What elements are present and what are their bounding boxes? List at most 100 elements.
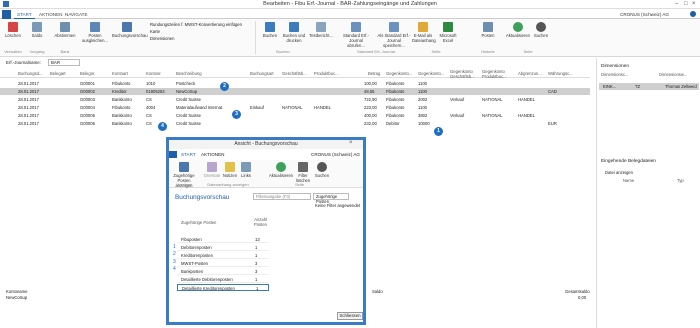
links-button[interactable]: Links bbox=[239, 162, 253, 178]
table-cell: G00003 bbox=[80, 97, 95, 102]
entry-type: Detaillierte Debitorenposten bbox=[181, 277, 233, 282]
post-button[interactable]: Buchen bbox=[260, 22, 280, 38]
dialog-company: CRONUS (Schweiz) AG bbox=[311, 152, 361, 157]
table-row[interactable]: 28.01.2017 G00003 Bankkonto CS Credit Suisse… bbox=[0, 96, 590, 103]
balance-button[interactable]: Saldo bbox=[26, 22, 48, 38]
column-header[interactable]: Gegenkonto Produktbuc... bbox=[482, 69, 510, 79]
table-cell: Postcheck bbox=[176, 81, 196, 86]
card-button[interactable]: Karte bbox=[150, 29, 160, 34]
view-file-button[interactable]: Datei anzeigen bbox=[605, 170, 633, 175]
related-entry-row[interactable]: MWST-Posten 3 bbox=[177, 260, 269, 267]
incoming-docs-factbox-title[interactable]: Eingehende Belegdateien bbox=[601, 159, 656, 164]
factbox-pane: Dimensionen Dimensionsc... Dimensionsw..… bbox=[596, 58, 700, 328]
filter-field-select[interactable]: Zugehörige Posten bbox=[313, 193, 349, 204]
table-row[interactable]: 28.01.2017 G00005 Bankkonto CS Credit Suisse… bbox=[0, 112, 590, 119]
table-cell: Bankkonto bbox=[112, 113, 132, 118]
reconcile-icon bbox=[60, 22, 70, 32]
get-standard-journal-button[interactable]: Standard Erf.-Journal abrufen... bbox=[340, 22, 372, 48]
table-cell: 223,00 bbox=[364, 105, 377, 110]
post-print-button[interactable]: Buchen und drucken bbox=[282, 22, 306, 43]
table-cell: 48,55 bbox=[364, 89, 375, 94]
onenote-button[interactable]: OneNote bbox=[203, 162, 221, 178]
table-cell: 1100 bbox=[418, 81, 428, 86]
dialog-heading: Buchungsvorschau bbox=[175, 194, 230, 201]
related-entry-row[interactable]: Fibuposten 13 bbox=[177, 236, 269, 243]
help-icon[interactable] bbox=[690, 11, 696, 17]
maximize-icon[interactable]: □ bbox=[684, 1, 688, 7]
table-cell: 722,90 bbox=[364, 97, 377, 102]
related-entry-row[interactable]: Debitorenposten 1 bbox=[177, 244, 269, 251]
group-label: Bank bbox=[60, 49, 70, 54]
excel-button[interactable]: Microsoft Excel bbox=[436, 22, 460, 43]
dialog-menu-button[interactable] bbox=[169, 151, 177, 158]
related-entry-row[interactable]: Detaillierte Kreditorenposten 1 bbox=[177, 284, 269, 291]
dialog-search-button[interactable]: Suchen bbox=[314, 162, 330, 178]
table-row[interactable]: 28.01.2017 G00002 Kreditor 01905283 NewCoSup… bbox=[0, 88, 590, 95]
dialog-close-icon[interactable]: × bbox=[349, 140, 353, 146]
column-header[interactable]: Gegenkonto Geschäftsb... bbox=[450, 69, 478, 79]
table-row[interactable]: 28.01.2017 G00004 Fibukonto 4004 Materialauf… bbox=[0, 104, 590, 111]
table-cell: 10000 bbox=[418, 121, 430, 126]
dimension-row[interactable]: EINK... TZ Thomas Zellweid bbox=[599, 83, 699, 90]
journal-name-field[interactable]: BAR bbox=[48, 59, 80, 66]
column-header[interactable]: Buchungsart bbox=[250, 71, 274, 76]
related-entry-row[interactable]: Bankposten 3 bbox=[177, 268, 269, 275]
column-header[interactable]: Kontonr. bbox=[146, 71, 162, 76]
table-cell: CS bbox=[146, 121, 152, 126]
column-header[interactable]: Geschäftsb... bbox=[282, 71, 307, 76]
tab-start[interactable]: START bbox=[14, 11, 35, 19]
title-bar: Bearbeiten - Fibu Erf.-Journal - BAR-Zah… bbox=[0, 0, 700, 9]
app-menu-button[interactable] bbox=[2, 10, 11, 19]
entries-button[interactable]: Posten bbox=[478, 22, 498, 38]
delete-button[interactable]: Löschen bbox=[2, 22, 24, 38]
related-entry-row[interactable]: Detaillierte Debitorenposten 1 bbox=[177, 276, 269, 283]
dialog-refresh-button[interactable]: Aktualisieren bbox=[269, 162, 293, 178]
insert-rounding-button[interactable]: Rundungszeilen f. MWST-Konvertierung ein… bbox=[150, 22, 242, 27]
minimize-icon[interactable]: – bbox=[675, 1, 678, 7]
table-cell: CAD bbox=[548, 89, 557, 94]
entry-count: 3 bbox=[255, 269, 258, 274]
filter-search-input[interactable]: Filterausgabe (F3) bbox=[253, 193, 311, 200]
column-header[interactable]: Währungsc... bbox=[548, 71, 573, 76]
column-header[interactable]: Produktbuc... bbox=[314, 71, 339, 76]
column-header[interactable]: Betrag bbox=[368, 71, 380, 76]
dimensions-factbox-title[interactable]: Dimensionen bbox=[601, 64, 629, 69]
table-row[interactable]: 28.01.2017 G00006 Bankkonto CS Credit Suisse… bbox=[0, 120, 590, 127]
column-header[interactable]: Gegenkonto... bbox=[418, 71, 444, 76]
table-cell: NATIONAL bbox=[482, 113, 503, 118]
save-standard-journal-button[interactable]: Als Standard Erf.-Journal speichern... bbox=[376, 22, 412, 48]
clear-filter-button[interactable]: Filter löschen bbox=[294, 162, 312, 183]
preview-posting-button[interactable]: Buchungsvorschau bbox=[112, 22, 148, 38]
table-cell: 28.01.2017 bbox=[18, 97, 39, 102]
notes-button[interactable]: Notizen bbox=[222, 162, 238, 178]
column-header[interactable]: Kontoart bbox=[112, 71, 128, 76]
test-report-button[interactable]: Testbericht... bbox=[308, 22, 334, 38]
dialog-tab-start[interactable]: START bbox=[181, 152, 196, 157]
column-header[interactable]: Gegenkonto... bbox=[386, 71, 412, 76]
column-header[interactable]: Buchungsd... bbox=[18, 71, 42, 76]
table-cell: 4004 bbox=[146, 105, 156, 110]
dimension-value: TZ bbox=[635, 84, 641, 89]
entry-count: 13 bbox=[255, 237, 260, 242]
column-header[interactable]: Belegnr. bbox=[80, 71, 95, 76]
column-header[interactable]: Abgrenzun... bbox=[518, 71, 542, 76]
column-header[interactable]: Beschreibung bbox=[176, 71, 202, 76]
dimensions-button[interactable]: Dimensionen bbox=[150, 36, 174, 41]
apply-entries-button[interactable]: Posten ausgleichen... bbox=[82, 22, 108, 43]
dialog-tab-aktionen[interactable]: AKTIONEN bbox=[201, 152, 224, 157]
group-label: Verwalten bbox=[4, 49, 22, 54]
table-cell: HANDEL bbox=[518, 97, 535, 102]
account-name-label: Kontoname bbox=[6, 289, 28, 294]
balance-label: Saldo bbox=[372, 289, 383, 294]
close-icon[interactable]: × bbox=[692, 1, 696, 7]
column-header[interactable]: Belegart bbox=[50, 71, 66, 76]
reconcile-button[interactable]: Abstimmen bbox=[52, 22, 78, 38]
search-button[interactable]: Suchen bbox=[532, 22, 550, 38]
tab-navigate[interactable]: NAVIGATE bbox=[62, 11, 91, 18]
email-attachment-button[interactable]: E-Mail als Dateianhang bbox=[412, 22, 436, 43]
close-button[interactable]: Schliessen bbox=[337, 312, 363, 320]
table-row[interactable]: 28.01.2017 G00001 Fibukonto 1010 Postcheck 10… bbox=[0, 80, 590, 87]
entry-type: Kreditorenposten bbox=[181, 253, 213, 258]
refresh-button[interactable]: Aktualisieren bbox=[506, 22, 530, 38]
related-entry-row[interactable]: Kreditorenposten 1 bbox=[177, 252, 269, 259]
